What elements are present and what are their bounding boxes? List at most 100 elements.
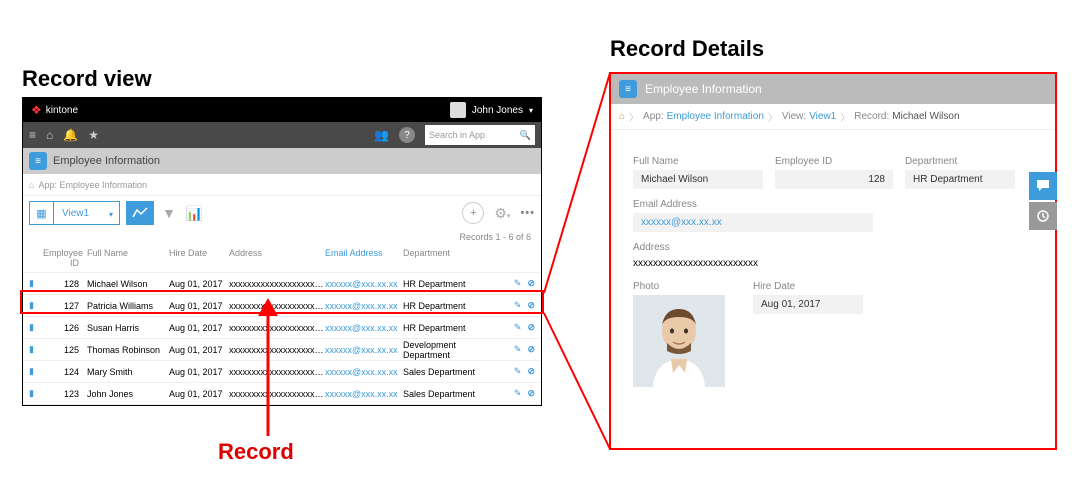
cell-name: Thomas Robinson xyxy=(87,345,169,355)
cell-name: John Jones xyxy=(87,389,169,399)
brand: ❖ kintone xyxy=(31,103,78,117)
edit-icon[interactable]: ✎ xyxy=(514,300,522,311)
cell-hire: Aug 01, 2017 xyxy=(169,345,229,355)
value-address: xxxxxxxxxxxxxxxxxxxxxxxxx xyxy=(633,256,893,271)
field-department: Department HR Department xyxy=(905,156,1015,189)
app-title: Employee Information xyxy=(53,155,160,167)
field-photo: Photo xyxy=(633,281,741,387)
list-toolbar: ▦ View1▾ ▼ 📊 + ⚙▾ ••• xyxy=(23,196,541,230)
cell-email[interactable]: xxxxxx@xxx.xx.xx xyxy=(325,367,403,377)
breadcrumb-view[interactable]: View:View1 xyxy=(782,111,836,122)
cell-dept: HR Department xyxy=(403,301,505,311)
chevron-down-icon: ▾ xyxy=(529,106,533,115)
value-employee-id: 128 xyxy=(775,170,893,189)
table-header: Employee ID Full Name Hire Date Address … xyxy=(23,244,541,273)
user-menu[interactable]: John Jones ▾ xyxy=(450,102,533,118)
breadcrumb-app-key: App: xyxy=(38,180,57,190)
global-navbar: ≡ ⌂ 🔔 ★ 👥 ? Search in App 🔍 xyxy=(23,122,541,148)
comment-button[interactable] xyxy=(1029,172,1057,200)
table-row[interactable]: ▮127Patricia WilliamsAug 01, 2017xxxxxxx… xyxy=(23,295,541,317)
details-title: Employee Information xyxy=(645,82,762,96)
cell-addr: xxxxxxxxxxxxxxxxxxxxxxxxx xyxy=(229,279,325,289)
details-side-actions xyxy=(1029,172,1057,230)
col-email[interactable]: Email Address xyxy=(325,248,403,268)
avatar-icon xyxy=(450,102,466,118)
col-employee-id[interactable]: Employee ID xyxy=(43,248,87,268)
cell-id: 124 xyxy=(43,367,87,377)
table-row[interactable]: ▮126Susan HarrisAug 01, 2017xxxxxxxxxxxx… xyxy=(23,317,541,339)
cell-email[interactable]: xxxxxx@xxx.xx.xx xyxy=(325,301,403,311)
more-menu-icon[interactable]: ••• xyxy=(520,207,535,219)
field-full-name: Full Name Michael Wilson xyxy=(633,156,763,189)
breadcrumb-home-icon[interactable]: ⌂ xyxy=(619,111,625,122)
value-department: HR Department xyxy=(905,170,1015,189)
chart-icon[interactable]: 📊 xyxy=(184,205,205,222)
record-view-panel: ❖ kintone John Jones ▾ ≡ ⌂ 🔔 ★ 👥 ? Searc… xyxy=(22,97,542,406)
view-selector[interactable]: ▦ View1▾ xyxy=(29,201,120,225)
app-header: ≡ Employee Information xyxy=(23,148,541,174)
people-icon[interactable]: 👥 xyxy=(374,128,389,142)
delete-icon[interactable]: ⊘ xyxy=(527,388,535,399)
cell-hire: Aug 01, 2017 xyxy=(169,279,229,289)
cell-name: Michael Wilson xyxy=(87,279,169,289)
table-row[interactable]: ▮123John JonesAug 01, 2017xxxxxxxxxxxxxx… xyxy=(23,383,541,405)
cell-id: 125 xyxy=(43,345,87,355)
delete-icon[interactable]: ⊘ xyxy=(527,278,535,289)
cell-addr: xxxxxxxxxxxxxxxxxxxxxxxxx xyxy=(229,323,325,333)
annotation-record: Record xyxy=(218,439,294,465)
search-input[interactable]: Search in App 🔍 xyxy=(425,125,535,145)
field-employee-id: Employee ID 128 xyxy=(775,156,893,189)
edit-icon[interactable]: ✎ xyxy=(514,344,522,355)
cell-hire: Aug 01, 2017 xyxy=(169,323,229,333)
col-hire-date[interactable]: Hire Date xyxy=(169,248,229,268)
user-name: John Jones xyxy=(472,105,523,116)
delete-icon[interactable]: ⊘ xyxy=(527,344,535,355)
cell-hire: Aug 01, 2017 xyxy=(169,367,229,377)
cell-email[interactable]: xxxxxx@xxx.xx.xx xyxy=(325,279,403,289)
record-icon: ▮ xyxy=(29,366,43,377)
edit-icon[interactable]: ✎ xyxy=(514,388,522,399)
cell-dept: Development Department xyxy=(403,340,505,360)
col-department[interactable]: Department xyxy=(403,248,505,268)
breadcrumb-app[interactable]: App:Employee Information xyxy=(643,111,764,122)
graph-button[interactable] xyxy=(126,201,154,225)
cell-id: 123 xyxy=(43,389,87,399)
kintone-logo-icon: ❖ xyxy=(31,103,42,117)
cell-id: 128 xyxy=(43,279,87,289)
cell-email[interactable]: xxxxxx@xxx.xx.xx xyxy=(325,323,403,333)
annotation-record-details: Record Details xyxy=(610,36,764,62)
delete-icon[interactable]: ⊘ xyxy=(527,322,535,333)
history-button[interactable] xyxy=(1029,202,1057,230)
table-row[interactable]: ▮125Thomas RobinsonAug 01, 2017xxxxxxxxx… xyxy=(23,339,541,361)
breadcrumb-home-icon[interactable]: ⌂ xyxy=(29,180,34,190)
search-placeholder: Search in App xyxy=(429,130,485,140)
edit-icon[interactable]: ✎ xyxy=(514,278,522,289)
cell-dept: Sales Department xyxy=(403,367,505,377)
col-full-name[interactable]: Full Name xyxy=(87,248,169,268)
home-icon[interactable]: ⌂ xyxy=(46,128,53,142)
filter-icon[interactable]: ▼ xyxy=(160,205,178,221)
table-row[interactable]: ▮124Mary SmithAug 01, 2017xxxxxxxxxxxxxx… xyxy=(23,361,541,383)
gear-icon[interactable]: ⚙▾ xyxy=(494,205,510,222)
edit-icon[interactable]: ✎ xyxy=(514,322,522,333)
value-email[interactable]: xxxxxx@xxx.xx.xx xyxy=(633,213,873,232)
col-address[interactable]: Address xyxy=(229,248,325,268)
delete-icon[interactable]: ⊘ xyxy=(527,366,535,377)
breadcrumb-app-value: Employee Information xyxy=(59,180,147,190)
value-full-name: Michael Wilson xyxy=(633,170,763,189)
edit-icon[interactable]: ✎ xyxy=(514,366,522,377)
star-icon[interactable]: ★ xyxy=(88,128,99,142)
help-icon[interactable]: ? xyxy=(399,127,415,143)
cell-hire: Aug 01, 2017 xyxy=(169,389,229,399)
bell-icon[interactable]: 🔔 xyxy=(63,128,78,142)
menu-icon[interactable]: ≡ xyxy=(29,128,36,142)
details-header: ≡ Employee Information xyxy=(611,74,1055,104)
cell-email[interactable]: xxxxxx@xxx.xx.xx xyxy=(325,345,403,355)
table-row[interactable]: ▮128Michael WilsonAug 01, 2017xxxxxxxxxx… xyxy=(23,273,541,295)
delete-icon[interactable]: ⊘ xyxy=(527,300,535,311)
cell-email[interactable]: xxxxxx@xxx.xx.xx xyxy=(325,389,403,399)
photo-thumbnail[interactable] xyxy=(633,295,725,387)
brand-name: kintone xyxy=(46,105,78,116)
record-icon: ▮ xyxy=(29,322,43,333)
add-record-button[interactable]: + xyxy=(462,202,484,224)
